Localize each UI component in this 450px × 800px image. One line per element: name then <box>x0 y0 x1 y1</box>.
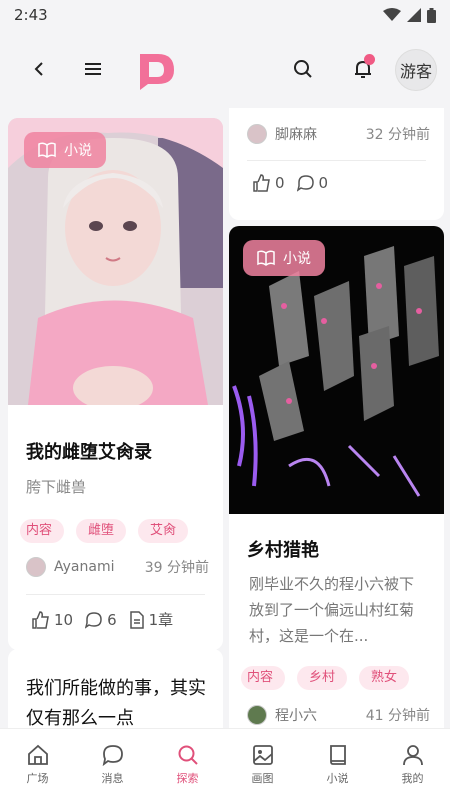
guest-avatar[interactable]: 游客 <box>395 49 437 91</box>
image-icon <box>252 744 273 765</box>
tag-list: 内容 乡村 熟女 <box>241 666 436 690</box>
type-badge: 小说 <box>24 132 106 168</box>
tag[interactable]: 乡村 <box>297 666 348 690</box>
document-icon <box>129 610 144 629</box>
author-name: 程小六 <box>275 708 317 724</box>
nav-label: 消息 <box>101 771 124 785</box>
battery-icon <box>427 7 436 23</box>
card-title[interactable]: 我的雌堕艾肏录 <box>26 438 152 464</box>
badge-label: 小说 <box>64 143 92 159</box>
avatar <box>247 705 267 725</box>
author-row[interactable]: Ayanami 39 分钟前 <box>26 557 209 577</box>
feed[interactable]: 小说 我的雌堕艾肏录 胯下雌兽 内容 雌堕 艾肏 Ayanami 39 分钟前 … <box>0 108 450 728</box>
signal-icon <box>407 8 421 22</box>
user-icon <box>402 744 423 765</box>
chapter-stat: 1章 <box>129 609 174 630</box>
card-title[interactable]: 乡村猎艳 <box>247 536 319 562</box>
card-subtitle: 胯下雌兽 <box>26 478 87 496</box>
chapter-count: 1章 <box>148 611 174 629</box>
like-stat[interactable]: 10 <box>32 611 73 629</box>
like-stat[interactable]: 0 <box>253 174 285 192</box>
search-icon <box>294 60 312 78</box>
comment-stat[interactable]: 0 <box>296 174 329 192</box>
like-count: 10 <box>54 610 74 629</box>
app-logo <box>136 50 176 90</box>
book-icon <box>329 744 346 765</box>
author-row[interactable]: 脚麻麻 32 分钟前 <box>247 124 430 144</box>
tag[interactable]: 艾肏 <box>138 519 189 543</box>
thumbs-up-icon <box>253 174 270 192</box>
comment-icon <box>296 175 314 192</box>
comment-count: 6 <box>107 610 117 629</box>
feed-card[interactable]: 我们所能做的事，其实仅有那么一点 <box>8 649 223 728</box>
avatar <box>26 557 46 577</box>
post-time: 39 分钟前 <box>144 560 209 576</box>
nav-item-mine[interactable]: 我的 <box>375 729 450 800</box>
menu-button[interactable] <box>78 54 108 84</box>
feed-card[interactable]: 脚麻麻 32 分钟前 0 0 <box>229 108 444 220</box>
feed-card[interactable]: 小说 乡村猎艳 刚毕业不久的程小六被下放到了一个偏远山村红菊村，这是一个在...… <box>229 226 444 728</box>
divider <box>26 594 205 595</box>
chevron-left-icon <box>34 62 43 76</box>
tag[interactable]: 雌堕 <box>76 519 127 543</box>
type-badge: 小说 <box>243 240 325 276</box>
comment-icon <box>85 611 102 629</box>
author-name: 脚麻麻 <box>275 127 317 143</box>
thumbs-up-icon <box>32 610 49 629</box>
nav-item-explore[interactable]: 探索 <box>150 729 225 800</box>
wifi-icon <box>383 8 401 21</box>
back-button[interactable] <box>24 54 54 84</box>
nav-item-draw[interactable]: 画图 <box>225 729 300 800</box>
comment-count: 0 <box>318 174 329 192</box>
book-icon <box>257 250 275 266</box>
status-bar: 2:43 <box>0 0 450 30</box>
home-icon <box>27 744 48 765</box>
chat-icon <box>102 744 123 766</box>
divider <box>247 160 426 161</box>
post-time: 32 分钟前 <box>365 127 430 143</box>
book-icon <box>38 142 56 158</box>
comment-stat[interactable]: 6 <box>85 611 117 629</box>
like-count: 0 <box>275 174 285 192</box>
nav-label: 画图 <box>251 771 274 785</box>
avatar <box>247 124 267 144</box>
feed-card[interactable]: 小说 我的雌堕艾肏录 胯下雌兽 内容 雌堕 艾肏 Ayanami 39 分钟前 … <box>8 118 223 650</box>
stats-row: 0 0 <box>253 174 328 192</box>
status-time: 2:43 <box>14 6 48 24</box>
nav-item-messages[interactable]: 消息 <box>75 729 150 800</box>
bottom-nav: 广场 消息 探索 画图 小说 我的 <box>0 728 450 800</box>
status-icons <box>383 7 436 23</box>
tag[interactable]: 内容 <box>241 666 286 690</box>
author-row[interactable]: 程小六 41 分钟前 <box>247 705 430 725</box>
nav-item-plaza[interactable]: 广场 <box>0 729 75 800</box>
search-button[interactable] <box>288 54 318 84</box>
top-bar: 游客 <box>0 30 450 108</box>
badge-label: 小说 <box>283 251 311 267</box>
nav-item-novel[interactable]: 小说 <box>300 729 375 800</box>
card-description: 刚毕业不久的程小六被下放到了一个偏远山村红菊村，这是一个在... <box>249 575 415 645</box>
post-time: 41 分钟前 <box>365 708 430 724</box>
tag-list: 内容 雌堕 艾肏 <box>20 519 215 543</box>
menu-icon <box>85 63 101 75</box>
notification-dot <box>364 54 375 65</box>
search-icon <box>178 745 198 765</box>
stats-row: 10 6 1章 <box>32 609 173 630</box>
nav-label: 我的 <box>401 771 424 785</box>
card-title[interactable]: 我们所能做的事，其实仅有那么一点 <box>26 674 207 728</box>
author-name: Ayanami <box>54 559 115 575</box>
nav-label: 广场 <box>26 771 49 785</box>
nav-label: 小说 <box>326 771 349 785</box>
nav-label: 探索 <box>176 771 199 785</box>
tag[interactable]: 内容 <box>20 519 65 543</box>
tag[interactable]: 熟女 <box>359 666 410 690</box>
